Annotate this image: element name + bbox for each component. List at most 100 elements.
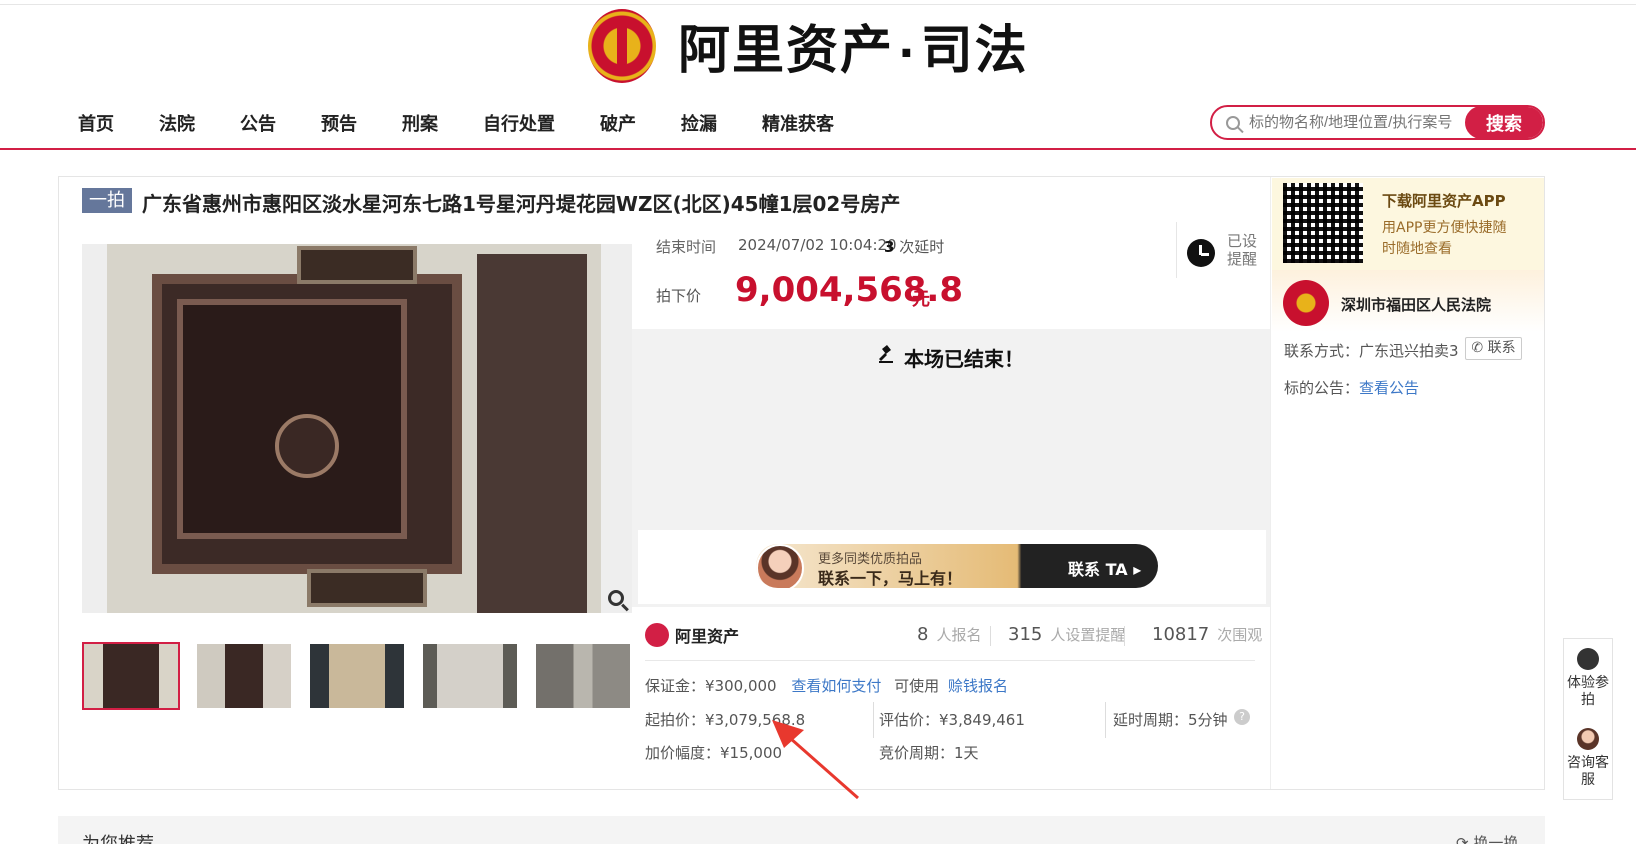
gavel-icon	[1577, 648, 1599, 670]
logo[interactable]: 阿里资产·司法	[588, 8, 1029, 83]
thumbnail-3[interactable]	[308, 642, 406, 710]
customer-service-label: 咨询客服	[1567, 755, 1609, 788]
stats-divider	[645, 660, 1255, 661]
court-emblem-icon	[588, 8, 656, 83]
app-download-subtitle: 用APP更方便快捷随时随地查看	[1382, 220, 1507, 257]
logo-sub: 司法	[920, 21, 1029, 81]
contact-button[interactable]: ✆ 联系	[1465, 337, 1522, 360]
auction-round-badge: 一拍	[82, 188, 132, 213]
thumbnail-1[interactable]	[82, 642, 180, 710]
thumbnail-4[interactable]	[421, 642, 519, 710]
thumbnail-5[interactable]	[534, 642, 632, 710]
nav-bankruptcy[interactable]: 破产	[600, 110, 636, 136]
nav-notices[interactable]: 公告	[240, 110, 276, 136]
alarm-clock-icon	[1187, 239, 1215, 267]
nav-courts[interactable]: 法院	[159, 110, 195, 136]
main-nav: 首页 法院 公告 预告 刑案 自行处置 破产 捡漏 精准获客	[78, 110, 879, 136]
delay-period: 延时周期：5分钟	[1113, 711, 1228, 729]
detail-divider	[1105, 702, 1106, 738]
auction-ended-message: 本场已结束！	[904, 347, 1024, 371]
view-number: 10817	[1152, 624, 1210, 645]
nav-preview[interactable]: 预告	[321, 110, 357, 136]
view-notice-link[interactable]: 查看公告	[1359, 379, 1419, 397]
stat-divider	[1124, 626, 1125, 646]
contact-label: 联系方式：	[1284, 342, 1360, 360]
item-title: 广东省惠州市惠阳区淡水星河东七路1号星河丹堤花园WZ区(北区)45幢1层02号房…	[142, 192, 901, 216]
stats-brand-name: 阿里资产	[675, 627, 740, 646]
search-box: 搜索	[1210, 105, 1545, 140]
app-download-title[interactable]: 下载阿里资产APP	[1382, 190, 1506, 211]
thumbnail-strip	[82, 642, 647, 710]
delay-count: 3 次延时	[884, 236, 944, 257]
search-icon	[1226, 115, 1240, 130]
final-price-label: 拍下价	[656, 287, 702, 305]
recommend-section	[58, 816, 1545, 844]
experience-auction-label: 体验参拍	[1567, 675, 1609, 708]
door-image	[107, 244, 601, 613]
end-time-value: 2024/07/02 10:04:20	[738, 236, 897, 254]
delay-count-number: 3	[884, 238, 895, 256]
nav-self-disposal[interactable]: 自行处置	[483, 110, 555, 136]
delay-count-text: 次延时	[899, 238, 945, 256]
side-screen	[477, 254, 587, 613]
nav-divider	[0, 148, 1636, 150]
reminder-number: 315	[1008, 624, 1043, 645]
contact-banner[interactable]: 更多同类优质拍品 联系一下，马上有！ 联系 TA ▸	[756, 544, 1158, 588]
auction-period: 竞价周期：1天	[879, 744, 979, 762]
nav-home[interactable]: 首页	[78, 110, 114, 136]
how-to-pay-link[interactable]: 查看如何支付	[791, 677, 881, 695]
credit-signup-link[interactable]: 赊钱报名	[948, 677, 1008, 695]
refresh-button[interactable]: ⟳ 换一换	[1456, 832, 1518, 844]
banner-line-2: 联系一下，马上有！	[818, 569, 963, 588]
agent-avatar	[756, 544, 804, 588]
signup-number: 8	[917, 624, 929, 645]
annotation-arrow	[772, 720, 859, 800]
stat-divider	[990, 626, 991, 646]
search-button[interactable]: 搜索	[1465, 107, 1543, 138]
nav-criminal[interactable]: 刑案	[402, 110, 438, 136]
notice-row: 标的公告：查看公告	[1284, 377, 1419, 398]
price-increment: 加价幅度：¥15,000	[645, 744, 783, 762]
eval-price: 评估价：¥3,849,461	[879, 711, 1025, 729]
top-divider	[0, 4, 1636, 5]
view-label: 次围观	[1217, 626, 1263, 644]
wall-lamp-top	[297, 246, 417, 284]
contact-row: 联系方式：广东迅兴拍卖3	[1284, 340, 1459, 361]
refresh-label: 换一换	[1473, 834, 1519, 844]
view-count: 10817 次围观	[1152, 624, 1262, 645]
qr-code	[1283, 183, 1363, 263]
court-logo-icon	[1283, 280, 1329, 326]
experience-auction-button[interactable]: 体验参拍	[1565, 648, 1611, 709]
logo-dot: ·	[898, 28, 917, 79]
help-icon[interactable]: ?	[1234, 709, 1250, 725]
reminder-count: 315 人设置提醒	[1008, 624, 1125, 645]
logo-brand: 阿里资产	[678, 21, 895, 81]
search-input[interactable]	[1249, 114, 1465, 131]
deposit-row: 保证金：¥300,000 查看如何支付 可使用 赊钱报名	[645, 675, 1008, 696]
thumbnail-2[interactable]	[195, 642, 293, 710]
court-name[interactable]: 深圳市福田区人民法院	[1341, 294, 1491, 315]
notice-label: 标的公告：	[1284, 379, 1360, 397]
nav-bargains[interactable]: 捡漏	[681, 110, 717, 136]
signup-count: 8 人报名	[917, 624, 981, 645]
main-photo[interactable]	[82, 244, 632, 613]
contact-value: 广东迅兴拍卖3	[1359, 342, 1459, 360]
can-use-text: 可使用	[894, 677, 940, 695]
customer-service-button[interactable]: 咨询客服	[1565, 728, 1611, 789]
detail-divider	[873, 702, 874, 738]
door-lock	[275, 414, 339, 478]
recommend-title: 为您推荐	[82, 830, 154, 844]
nav-precise-leads[interactable]: 精准获客	[762, 110, 834, 136]
stats-brand: 阿里资产	[645, 623, 739, 647]
zoom-icon[interactable]	[608, 590, 624, 606]
contact-button-label: 联系	[1487, 340, 1516, 356]
wall-lamp-bottom	[307, 569, 427, 607]
end-time-label: 结束时间	[656, 238, 717, 256]
reminder-count-label: 人设置提醒	[1050, 626, 1126, 644]
banner-contact-button[interactable]: 联系 TA ▸	[1068, 556, 1141, 580]
reminder-button[interactable]: 已设提醒	[1176, 222, 1258, 278]
agent-avatar-icon	[1577, 728, 1599, 750]
reminder-label: 已设提醒	[1227, 232, 1258, 268]
logo-text: 阿里资产·司法	[678, 8, 1029, 83]
signup-label: 人报名	[936, 626, 982, 644]
